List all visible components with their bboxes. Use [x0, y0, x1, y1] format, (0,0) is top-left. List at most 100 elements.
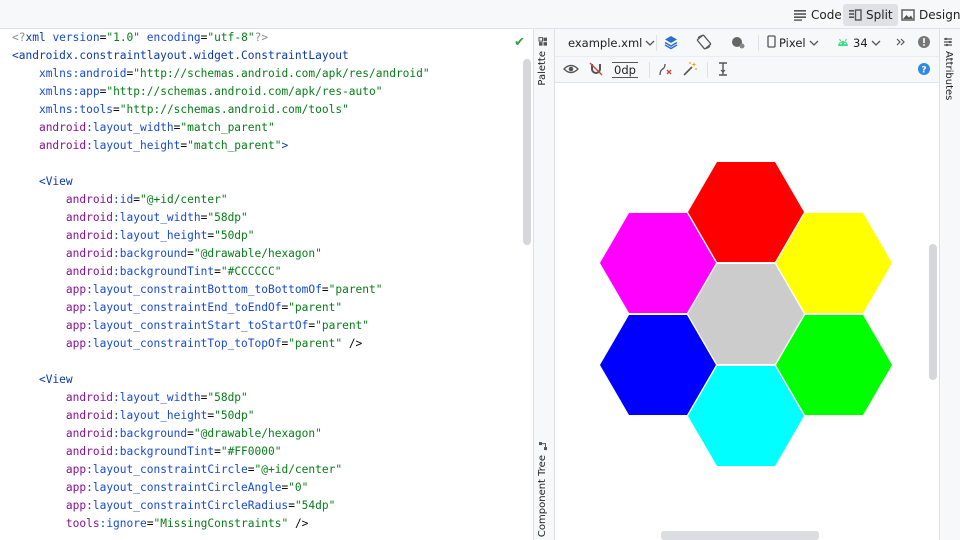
- code-line[interactable]: android:layout_height="50dp": [12, 407, 430, 425]
- attributes-tab[interactable]: Attributes: [943, 37, 954, 100]
- rotate-device-icon: [696, 34, 712, 53]
- hexagon-shape: [776, 213, 893, 313]
- code-token: ?>: [254, 31, 269, 44]
- code-token: "@drawable/hexagon": [193, 427, 322, 440]
- code-line[interactable]: [12, 155, 430, 173]
- design-canvas[interactable]: [555, 84, 939, 540]
- code-line[interactable]: android:background="@drawable/hexagon": [12, 245, 430, 263]
- component-tree-tab[interactable]: Component Tree: [537, 441, 548, 537]
- canvas-vertical-scrollbar[interactable]: [929, 244, 937, 380]
- editor-scrollbar[interactable]: [523, 59, 531, 245]
- code-editor[interactable]: <?xml version="1.0" encoding="utf-8"?> <a…: [0, 29, 533, 540]
- inspection-ok-icon[interactable]: ✔: [514, 35, 525, 50]
- code-token: xmlns:tools: [38, 103, 114, 116]
- code-token: "@+id/center": [254, 463, 343, 476]
- code-line[interactable]: android:layout_width="match_parent": [12, 119, 430, 137]
- magnet-off-icon: [588, 61, 604, 80]
- code-token: "parent": [328, 283, 383, 296]
- svg-text:?: ?: [921, 65, 926, 75]
- code-line[interactable]: <View: [12, 371, 430, 389]
- view-options-button[interactable]: [563, 60, 579, 80]
- design-view-button[interactable]: Design: [896, 4, 960, 26]
- code-line[interactable]: app:layout_constraintStart_toStartOf="pa…: [12, 317, 430, 335]
- infer-constraints-button[interactable]: [682, 60, 698, 80]
- issues-button[interactable]: [917, 33, 931, 53]
- code-line[interactable]: <View: [12, 173, 430, 191]
- code-line[interactable]: xmlns:tools="http://schemas.android.com/…: [12, 101, 430, 119]
- code-view-button[interactable]: Code: [788, 4, 847, 26]
- code-token: app: [65, 301, 87, 314]
- code-token: "58dp": [207, 211, 248, 224]
- hexagon-blue[interactable]: [599, 315, 716, 415]
- api-level: 34: [853, 36, 868, 50]
- code-token: app: [65, 319, 87, 332]
- code-line[interactable]: android:backgroundTint="#FF0000": [12, 443, 430, 461]
- guidelines-button[interactable]: [716, 60, 730, 80]
- file-name: example.xml: [568, 36, 643, 50]
- code-line[interactable]: android:layout_width="58dp": [12, 209, 430, 227]
- split-view-button[interactable]: Split: [843, 4, 898, 26]
- hexagon-yellow[interactable]: [776, 213, 893, 313]
- device-selector[interactable]: Pixel: [767, 33, 819, 53]
- code-line[interactable]: app:layout_constraintTop_toTopOf="parent…: [12, 335, 430, 353]
- autoconnect-button[interactable]: [588, 60, 604, 80]
- code-line[interactable]: android:layout_height="50dp": [12, 227, 430, 245]
- layers-button[interactable]: [663, 33, 679, 53]
- code-token: "utf-8": [207, 31, 255, 44]
- code-view-label: Code: [811, 8, 842, 22]
- code-line[interactable]: [12, 353, 430, 371]
- code-line[interactable]: android:backgroundTint="#CCCCCC": [12, 263, 430, 281]
- code-line[interactable]: app:layout_constraintCircleAngle="0": [12, 479, 430, 497]
- view-mode-bar: Code Split Design: [0, 0, 960, 29]
- code-token: =: [187, 247, 194, 260]
- code-line[interactable]: app:layout_constraintCircle="@+id/center…: [12, 461, 430, 479]
- code-token: :background: [113, 247, 188, 260]
- palette-tab[interactable]: Palette: [537, 37, 548, 86]
- code-line[interactable]: tools:ignore="MissingConstraints" />: [12, 515, 430, 533]
- code-line[interactable]: <androidx.constraintlayout.widget.Constr…: [12, 47, 430, 65]
- default-margin-button[interactable]: 0dp: [612, 60, 638, 80]
- code-lines[interactable]: <?xml version="1.0" encoding="utf-8"?> <a…: [12, 29, 430, 533]
- code-token: "MissingConstraints": [153, 517, 289, 530]
- orientation-button[interactable]: [696, 33, 712, 53]
- code-token: :layout_height: [113, 229, 208, 242]
- code-line[interactable]: app:layout_constraintCircleRadius="54dp": [12, 497, 430, 515]
- code-token: app: [65, 283, 87, 296]
- clear-constraints-button[interactable]: [657, 60, 675, 80]
- code-token: xml: [25, 31, 53, 44]
- code-line[interactable]: android:background="@drawable/hexagon": [12, 425, 430, 443]
- code-token: =: [288, 499, 295, 512]
- more-options-button[interactable]: [896, 33, 906, 53]
- code-line[interactable]: app:layout_constraintEnd_toEndOf="parent…: [12, 299, 430, 317]
- code-token: "0": [288, 481, 309, 494]
- code-line[interactable]: xmlns:android="http://schemas.android.co…: [12, 65, 430, 83]
- code-line[interactable]: android:layout_height="match_parent">: [12, 137, 430, 155]
- code-token: "parent": [288, 337, 343, 350]
- code-line[interactable]: <?xml version="1.0" encoding="utf-8"?>: [12, 29, 430, 47]
- code-line[interactable]: app:layout_constraintBottom_toBottomOf="…: [12, 281, 430, 299]
- hexagon-magenta[interactable]: [599, 213, 716, 313]
- image-icon: [901, 9, 915, 21]
- code-token: android: [65, 247, 114, 260]
- night-mode-button[interactable]: [730, 33, 746, 53]
- code-line[interactable]: android:id="@+id/center": [12, 191, 430, 209]
- code-token: android: [65, 391, 114, 404]
- file-selector[interactable]: example.xml: [568, 33, 655, 53]
- code-line[interactable]: android:layout_width="58dp": [12, 389, 430, 407]
- code-view-icon: [793, 9, 807, 21]
- help-button[interactable]: ?: [917, 60, 931, 80]
- code-token: "match_parent": [187, 139, 282, 152]
- canvas-horizontal-scrollbar[interactable]: [661, 531, 819, 540]
- api-level-selector[interactable]: 34: [836, 33, 881, 53]
- code-line[interactable]: xmlns:app="http://schemas.android.com/ap…: [12, 83, 430, 101]
- code-token: :layout_height: [86, 139, 181, 152]
